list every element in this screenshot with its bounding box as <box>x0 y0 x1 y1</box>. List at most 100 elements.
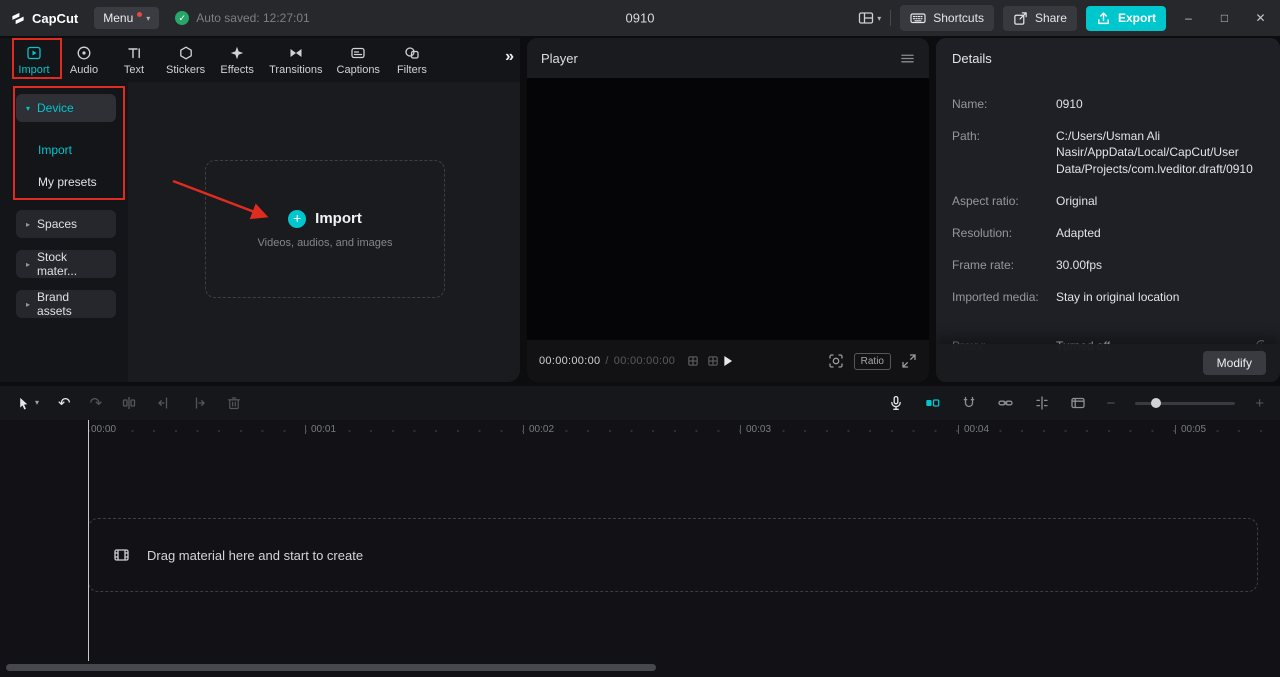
tab-effects[interactable]: Effects <box>219 44 255 76</box>
timecode: 00:00:00:00 / 00:00:00:00 <box>539 355 675 367</box>
menu-button[interactable]: Menu ▾ <box>94 7 160 29</box>
sidebar-item-import[interactable]: Import <box>16 134 116 166</box>
capcut-logo: CapCut <box>10 11 78 26</box>
close-button[interactable]: ✕ <box>1247 11 1274 25</box>
sidebar-item-my-presets[interactable]: My presets <box>16 166 116 198</box>
more-tabs-button[interactable]: » <box>505 48 514 66</box>
tabbar-fade <box>474 38 520 82</box>
detail-label: Path: <box>952 129 981 144</box>
undo-button[interactable]: ↶ <box>58 396 71 411</box>
zoom-in-button[interactable]: + <box>1255 396 1264 411</box>
ruler-tick <box>740 425 741 434</box>
chevron-right-icon: ▸ <box>26 219 31 229</box>
playhead[interactable] <box>88 420 89 661</box>
select-tool-button[interactable]: ▾ <box>16 396 39 411</box>
horizontal-scrollbar[interactable] <box>6 664 656 671</box>
export-label: Export <box>1117 11 1156 25</box>
tab-transitions[interactable]: Transitions <box>269 44 323 76</box>
timecode-current: 00:00:00:00 <box>539 355 601 367</box>
layout-switch-button[interactable]: ▾ <box>858 10 881 26</box>
sidebar-item-brand-assets[interactable]: ▸ Brand assets <box>16 290 116 318</box>
tab-audio[interactable]: Audio <box>66 44 102 76</box>
detail-value: Original <box>1056 193 1098 208</box>
timeline-dropzone[interactable]: Drag material here and start to create <box>88 518 1258 592</box>
tab-text[interactable]: Text <box>116 44 152 76</box>
tab-captions[interactable]: Captions <box>337 44 380 76</box>
share-label: Share <box>1034 11 1067 25</box>
ruler-label: 00:04 <box>964 424 990 435</box>
share-icon <box>1014 11 1027 25</box>
detail-value: Adapted <box>1056 225 1101 240</box>
chevron-down-icon: ▾ <box>146 13 151 23</box>
tab-stickers[interactable]: Stickers <box>166 44 205 76</box>
timeline-ruler[interactable]: 00:00 00:01 00:02 00:03 00:04 00:05 <box>0 420 1280 440</box>
zoom-out-button[interactable]: − <box>1106 396 1115 411</box>
grid-icon-2[interactable] <box>707 355 719 367</box>
tab-label: Import <box>18 64 50 76</box>
player-controls-bar: 00:00:00:00 / 00:00:00:00 Ratio <box>527 340 929 382</box>
modify-button[interactable]: Modify <box>1202 351 1266 375</box>
main-track-magnet-toggle[interactable] <box>924 395 941 411</box>
tab-label: Stickers <box>166 64 206 76</box>
tab-label: Effects <box>220 64 254 76</box>
detail-value: 30.00fps <box>1056 258 1103 273</box>
import-dropzone[interactable]: + Import Videos, audios, and images <box>205 160 445 298</box>
import-icon <box>26 44 42 61</box>
detail-label: Name: <box>952 97 988 111</box>
player-menu-icon[interactable] <box>900 51 915 66</box>
import-box-subtitle: Videos, audios, and images <box>257 236 393 249</box>
media-tabbar: Import Audio Text Stickers Effects Trans… <box>0 38 520 82</box>
sticker-icon <box>178 44 194 61</box>
play-button[interactable] <box>722 354 735 368</box>
chevron-right-icon: ▸ <box>26 299 31 309</box>
tab-label: Text <box>123 64 145 76</box>
auto-snap-toggle[interactable] <box>961 395 977 411</box>
detail-row-name: Name: 0910 <box>952 96 1264 112</box>
preview-focus-icon[interactable] <box>828 353 844 369</box>
delete-left-button[interactable] <box>156 395 172 411</box>
shortcuts-button[interactable]: Shortcuts <box>900 5 994 31</box>
sidebar-item-label: Stock mater... <box>37 250 78 278</box>
sidebar-item-spaces[interactable]: ▸ Spaces <box>16 210 116 238</box>
fullscreen-icon[interactable] <box>901 353 917 369</box>
linking-toggle[interactable] <box>997 395 1014 411</box>
maximize-button[interactable]: □ <box>1211 11 1238 25</box>
share-button[interactable]: Share <box>1002 5 1077 31</box>
detail-label: Frame rate: <box>952 258 1015 273</box>
detail-row-path: Path: C:/Users/Usman Ali Nasir/AppData/L… <box>952 128 1264 177</box>
ratio-button[interactable]: Ratio <box>853 352 891 370</box>
redo-button[interactable]: ↷ <box>90 396 103 411</box>
detail-label: Resolution: <box>952 225 1013 240</box>
export-button[interactable]: Export <box>1085 5 1166 31</box>
record-voiceover-button[interactable] <box>888 395 904 411</box>
sidebar-item-label: Device <box>37 101 74 115</box>
player-viewport[interactable]: 00:00:00:00 / 00:00:00:00 Ratio <box>527 78 929 382</box>
captions-icon <box>350 44 366 61</box>
chevron-down-icon: ▾ <box>35 398 40 407</box>
capcut-app: CapCut Menu ▾ ✓ Auto saved: 12:27:01 091… <box>0 0 1280 677</box>
delete-right-button[interactable] <box>191 395 207 411</box>
sidebar-item-stock-material[interactable]: ▸ Stock mater... <box>16 250 116 278</box>
preview-axis-toggle[interactable] <box>1034 395 1050 411</box>
timeline-zoom-slider[interactable] <box>1135 398 1236 408</box>
timeline-toolbar: ▾ ↶ ↷ − + <box>0 386 1280 420</box>
transitions-icon <box>288 44 304 61</box>
sidebar-item-label: Spaces <box>37 217 78 231</box>
split-button[interactable] <box>121 395 137 411</box>
media-track-icon <box>113 547 130 563</box>
tab-import[interactable]: Import <box>16 44 52 76</box>
sidebar-item-device[interactable]: ▾ Device <box>16 94 116 122</box>
zoom-slider-handle[interactable] <box>1151 398 1162 408</box>
ruler-label: 00:03 <box>746 424 772 435</box>
tab-filters[interactable]: Filters <box>394 44 430 76</box>
delete-button[interactable] <box>226 395 242 411</box>
notification-dot <box>137 12 143 17</box>
titlebar: CapCut Menu ▾ ✓ Auto saved: 12:27:01 091… <box>0 0 1280 36</box>
render-preview-toggle[interactable] <box>1070 395 1086 411</box>
export-icon <box>1098 11 1109 24</box>
player-panel: Player 00:00:00:00 / 00:00:00:00 Ratio <box>527 38 929 382</box>
media-content: + Import Videos, audios, and images <box>128 82 520 382</box>
ruler-label: 00:01 <box>311 424 337 435</box>
grid-icon-1[interactable] <box>687 355 699 367</box>
minimize-button[interactable]: – <box>1175 11 1202 25</box>
